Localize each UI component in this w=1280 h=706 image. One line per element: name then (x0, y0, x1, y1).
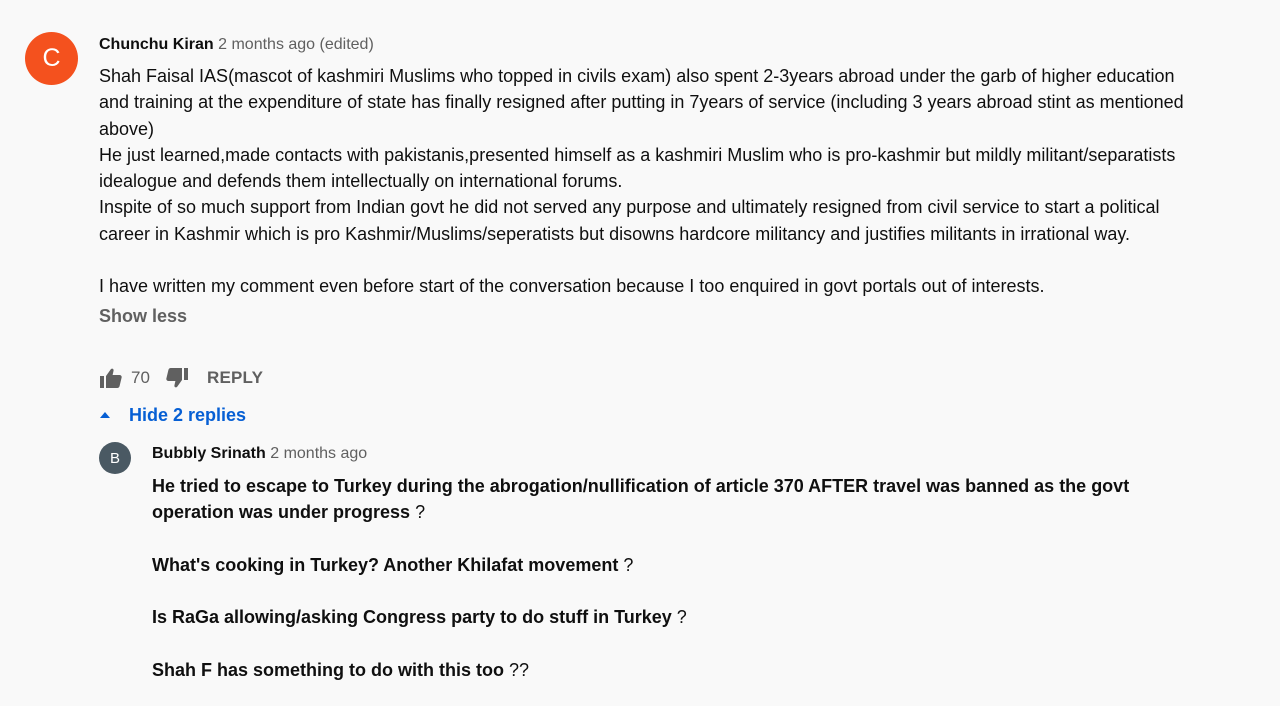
hide-replies-button[interactable]: Hide 2 replies (99, 403, 246, 427)
avatar[interactable]: C (25, 32, 78, 85)
comment-thread: C Chunchu Kiran 2 months ago (edited) Sh… (0, 0, 1280, 706)
thumbs-up-icon (100, 368, 122, 388)
avatar-letter: C (42, 44, 61, 72)
thumbs-down-icon (166, 368, 188, 388)
comment-paragraph: Inspite of so much support from Indian g… (99, 197, 1160, 244)
reply-body: He tried to escape to Turkey during the … (152, 473, 1212, 683)
comment: Chunchu Kiran 2 months ago (edited) Shah… (99, 34, 1209, 329)
like-count: 70 (131, 368, 150, 387)
comment-paragraph: I have written my comment even before st… (99, 276, 1045, 297)
reply-line-rest: ? (410, 502, 426, 523)
reply-line: Is RaGa allowing/asking Congress party t… (152, 604, 1212, 630)
reply-line: Shah F has something to do with this too… (152, 657, 1212, 683)
comment-actions: 70 REPLY (99, 366, 263, 390)
dislike-button[interactable] (165, 366, 189, 390)
reply-header: Bubbly Srinath 2 months ago (152, 443, 1212, 465)
hide-replies-label: Hide 2 replies (129, 404, 247, 425)
comment-time[interactable]: 2 months ago (edited) (218, 36, 374, 53)
avatar-letter: B (109, 449, 120, 467)
reply-line-bold: Shah F has something to do with this too (152, 660, 504, 681)
caret-up-icon (100, 412, 110, 418)
reply-line-bold: Is RaGa allowing/asking Congress party t… (152, 607, 672, 628)
like-button[interactable] (99, 366, 123, 390)
reply-time[interactable]: 2 months ago (270, 445, 367, 462)
reply: Bubbly Srinath 2 months ago He tried to … (152, 443, 1212, 683)
reply-button[interactable]: REPLY (207, 368, 263, 388)
comment-author[interactable]: Chunchu Kiran (99, 36, 214, 53)
comment-body: Shah Faisal IAS(mascot of kashmiri Musli… (99, 63, 1209, 300)
comment-paragraph: He just learned,made contacts with pakis… (99, 144, 1176, 192)
reply-line-rest: ?? (503, 660, 530, 681)
reply-line-rest: ? (618, 554, 634, 575)
show-less-button[interactable]: Show less (99, 303, 187, 329)
reply-line-bold: What's cooking in Turkey? Another Khilaf… (152, 554, 619, 575)
reply-author[interactable]: Bubbly Srinath (152, 445, 266, 462)
reply-avatar[interactable]: B (99, 442, 131, 474)
comment-header: Chunchu Kiran 2 months ago (edited) (99, 34, 1209, 56)
reply-line-rest: ? (671, 607, 687, 628)
comment-paragraph: Shah Faisal IAS(mascot of kashmiri Musli… (99, 66, 1184, 139)
reply-line: What's cooking in Turkey? Another Khilaf… (152, 552, 1212, 578)
reply-line-bold: He tried to escape to Turkey during the … (152, 476, 1130, 523)
reply-line: He tried to escape to Turkey during the … (152, 473, 1212, 526)
